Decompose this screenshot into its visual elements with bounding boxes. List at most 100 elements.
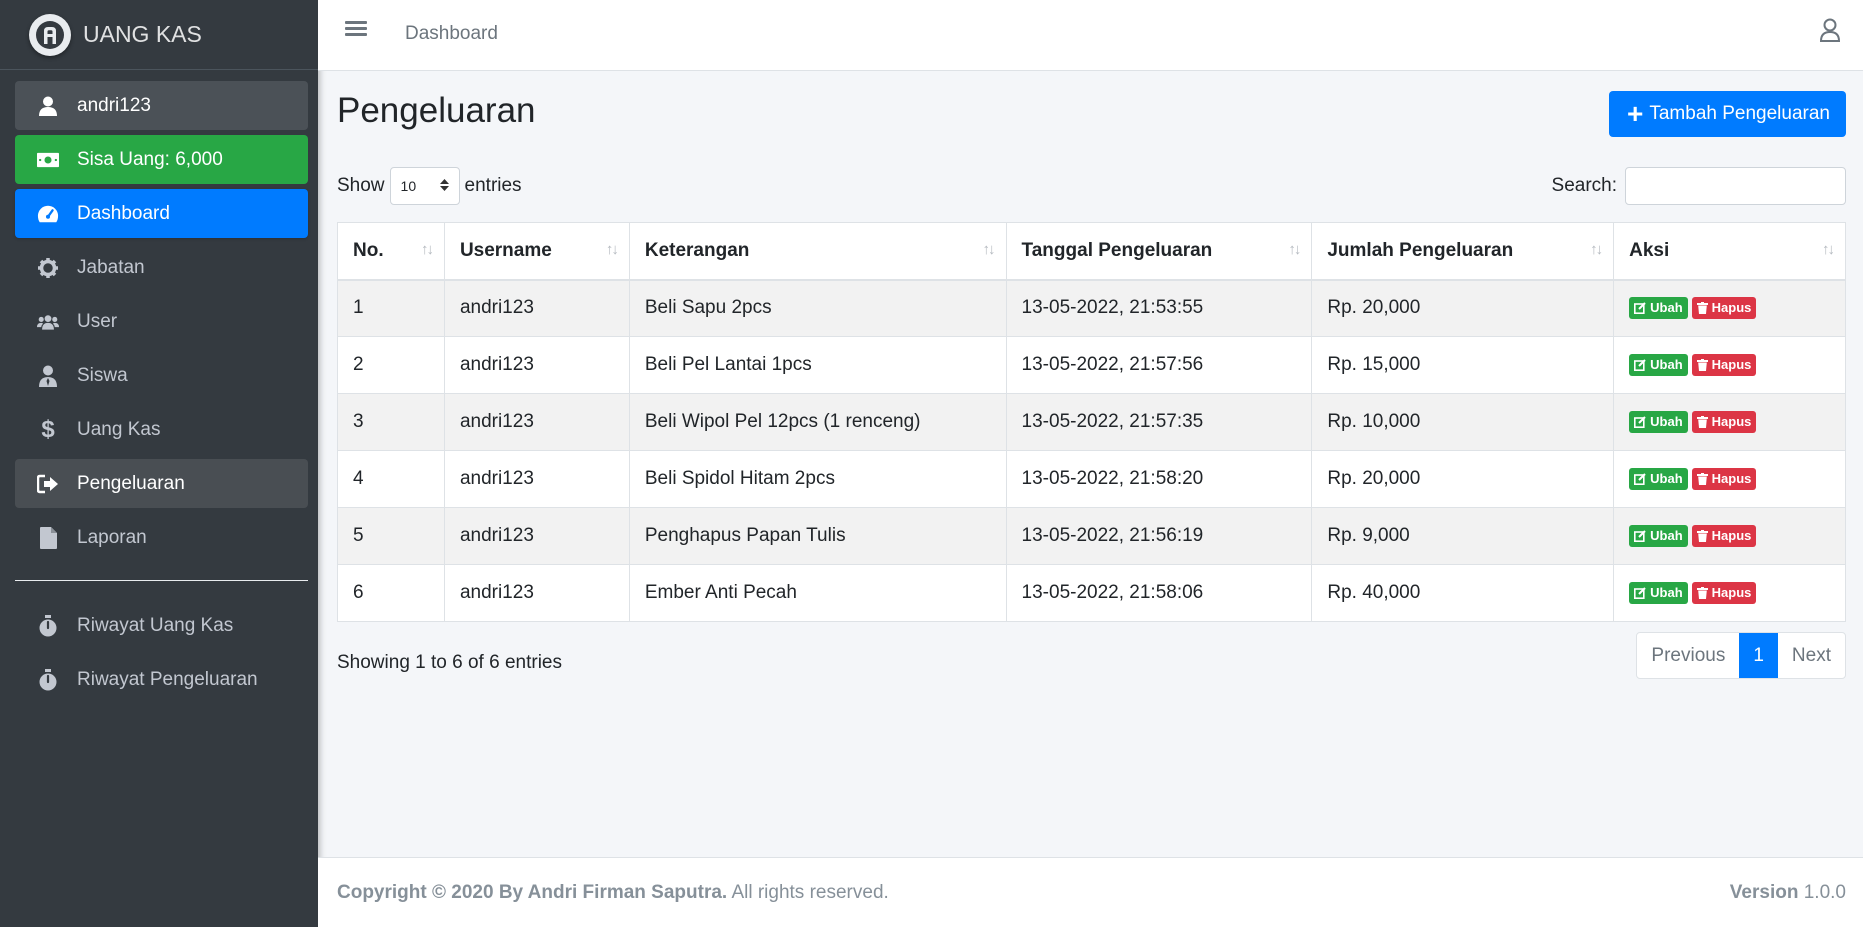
rights-text: All rights reserved. xyxy=(727,882,889,903)
delete-button[interactable]: Hapus xyxy=(1691,296,1757,319)
sidebar-item-laporan[interactable]: Laporan xyxy=(15,513,308,562)
sidebar-item-riwayat-uang-kas[interactable]: Riwayat Uang Kas xyxy=(15,601,308,650)
table-cell: Beli Sapu 2pcs xyxy=(628,279,1007,337)
sidebar-item-label: Laporan xyxy=(77,526,147,548)
sidebar-item-dashboard[interactable]: Dashboard xyxy=(15,189,308,238)
table-cell-actions: Ubah Hapus xyxy=(1613,564,1846,622)
table-row: 6 andri123 Ember Anti Pecah 13-05-2022, 21:… xyxy=(337,564,1846,622)
edit-icon xyxy=(1634,358,1646,371)
table-cell: Rp. 15,000 xyxy=(1311,336,1615,394)
footer-version: Version 1.0.0 xyxy=(1730,882,1846,904)
search-input[interactable] xyxy=(1625,167,1846,205)
sort-icon: ↑↓ xyxy=(605,241,619,258)
sidebar-item-label: Siswa xyxy=(77,364,128,386)
delete-button[interactable]: Hapus xyxy=(1691,524,1757,547)
expenses-table: No. ↑↓ Username ↑↓ Keterangan ↑↓ Tanggal Pe… xyxy=(337,222,1846,622)
sidebar-item-siswa[interactable]: Siswa xyxy=(15,351,308,400)
column-header-no[interactable]: No. ↑↓ xyxy=(337,222,445,281)
table-cell: 2 xyxy=(337,336,445,394)
sidebar-balance[interactable]: Sisa Uang: 6,000 xyxy=(15,135,308,184)
sidebar-user-label: andri123 xyxy=(77,94,151,116)
column-header-jumlah[interactable]: Jumlah Pengeluaran ↑↓ xyxy=(1311,222,1615,281)
sidebar-item-uang-kas[interactable]: $ Uang Kas xyxy=(15,405,308,454)
table-cell: 13-05-2022, 21:57:56 xyxy=(1005,336,1313,394)
edit-button[interactable]: Ubah xyxy=(1629,581,1688,604)
version-label: Version xyxy=(1729,882,1799,903)
user-profile-icon[interactable] xyxy=(1819,18,1841,42)
column-header-tanggal[interactable]: Tanggal Pengeluaran ↑↓ xyxy=(1005,222,1313,281)
edit-label: Ubah xyxy=(1650,471,1683,486)
delete-label: Hapus xyxy=(1711,585,1752,600)
dollar-icon: $ xyxy=(41,415,55,443)
brand-logo-icon xyxy=(29,13,71,56)
delete-button[interactable]: Hapus xyxy=(1691,353,1757,376)
top-navbar: Dashboard xyxy=(318,0,1863,71)
trash-icon xyxy=(1696,472,1708,485)
sort-icon: ↑↓ xyxy=(1822,241,1835,258)
previous-page-button[interactable]: Previous xyxy=(1637,633,1739,678)
hamburger-menu-icon[interactable] xyxy=(345,18,367,40)
table-search: Search: xyxy=(1552,167,1846,205)
delete-button[interactable]: Hapus xyxy=(1691,410,1757,433)
table-cell: Rp. 10,000 xyxy=(1311,393,1615,451)
add-expense-button[interactable]: + Tambah Pengeluaran xyxy=(1609,91,1846,137)
edit-icon xyxy=(1634,586,1646,599)
column-header-aksi[interactable]: Aksi ↑↓ xyxy=(1613,222,1846,281)
table-cell: 3 xyxy=(337,393,445,451)
edit-label: Ubah xyxy=(1650,357,1683,372)
page-title: Pengeluaran xyxy=(337,91,536,130)
entries-select[interactable]: 10 xyxy=(389,167,460,205)
table-cell: 6 xyxy=(337,564,445,622)
column-header-username[interactable]: Username ↑↓ xyxy=(443,222,630,281)
sort-icon: ↑↓ xyxy=(1590,241,1603,258)
sidebar-item-jabatan[interactable]: Jabatan xyxy=(15,243,308,292)
table-cell: 13-05-2022, 21:58:20 xyxy=(1005,450,1313,508)
table-cell: Beli Wipol Pel 12pcs (1 renceng) xyxy=(628,393,1007,451)
table-row: 4 andri123 Beli Spidol Hitam 2pcs 13-05-202… xyxy=(337,450,1846,508)
gear-icon xyxy=(37,257,59,279)
sidebar-item-pengeluaran[interactable]: Pengeluaran xyxy=(15,459,308,508)
edit-label: Ubah xyxy=(1650,528,1683,543)
table-cell: Ember Anti Pecah xyxy=(628,564,1007,622)
edit-button[interactable]: Ubah xyxy=(1629,524,1688,547)
next-page-button[interactable]: Next xyxy=(1778,633,1845,678)
trash-icon xyxy=(1696,358,1708,371)
plus-icon: + xyxy=(1627,98,1644,129)
footer: Copyright © 2020 By Andri Firman Saputra… xyxy=(318,857,1863,927)
edit-button[interactable]: Ubah xyxy=(1629,353,1688,376)
sidebar-user[interactable]: andri123 xyxy=(15,81,308,130)
table-cell-actions: Ubah Hapus xyxy=(1613,279,1846,337)
edit-button[interactable]: Ubah xyxy=(1629,296,1688,319)
table-row: 2 andri123 Beli Pel Lantai 1pcs 13-05-2022,… xyxy=(337,336,1846,394)
edit-button[interactable]: Ubah xyxy=(1629,467,1688,490)
sidebar-item-user[interactable]: User xyxy=(15,297,308,346)
add-expense-label: Tambah Pengeluaran xyxy=(1649,103,1830,124)
table-cell-actions: Ubah Hapus xyxy=(1613,450,1846,508)
table-body: 1 andri123 Beli Sapu 2pcs 13-05-2022, 21:53… xyxy=(337,279,1846,622)
header-dashboard-link[interactable]: Dashboard xyxy=(405,23,498,45)
delete-button[interactable]: Hapus xyxy=(1691,581,1757,604)
edit-icon xyxy=(1634,415,1646,428)
edit-label: Ubah xyxy=(1650,300,1683,316)
table-cell: Beli Pel Lantai 1pcs xyxy=(628,336,1007,394)
table-row: 1 andri123 Beli Sapu 2pcs 13-05-2022, 21:53… xyxy=(337,279,1846,337)
brand[interactable]: UANG KAS xyxy=(0,0,318,70)
sidebar-item-riwayat-pengeluaran[interactable]: Riwayat Pengeluaran xyxy=(15,655,308,704)
edit-icon xyxy=(1634,472,1646,485)
table-cell: 13-05-2022, 21:57:35 xyxy=(1005,393,1313,451)
table-info: Showing 1 to 6 of 6 entries xyxy=(337,652,562,673)
table-header-row: No. ↑↓ Username ↑↓ Keterangan ↑↓ Tanggal Pe… xyxy=(337,222,1846,281)
money-bill-icon xyxy=(37,149,59,171)
page-1-button[interactable]: 1 xyxy=(1739,633,1778,678)
edit-button[interactable]: Ubah xyxy=(1629,410,1688,433)
edit-icon xyxy=(1634,529,1646,542)
delete-label: Hapus xyxy=(1711,528,1752,543)
table-cell: 13-05-2022, 21:53:55 xyxy=(1005,279,1313,337)
delete-button[interactable]: Hapus xyxy=(1691,467,1757,490)
table-cell: Penghapus Papan Tulis xyxy=(628,507,1007,565)
student-icon xyxy=(37,365,59,387)
table-cell: 1 xyxy=(337,279,445,337)
edit-label: Ubah xyxy=(1650,414,1683,429)
column-header-keterangan[interactable]: Keterangan ↑↓ xyxy=(628,222,1007,281)
stopwatch-icon xyxy=(37,614,59,637)
